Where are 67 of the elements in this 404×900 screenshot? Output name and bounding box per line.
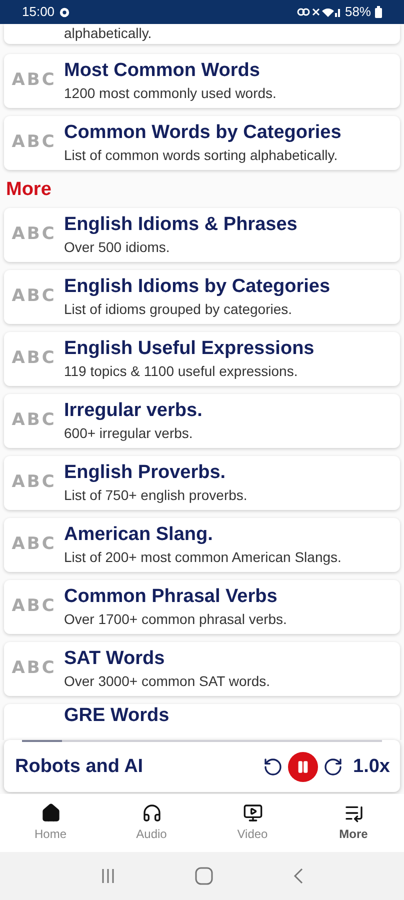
nav-tab[interactable]: Audio	[101, 803, 202, 843]
rewind-icon[interactable]	[263, 757, 284, 777]
item-title: GRE Words	[64, 704, 170, 728]
list-card[interactable]: ABC Common Phrasal Verbs Over 1700+ common phrasal verbs.	[4, 580, 400, 634]
nav-label: Home	[34, 826, 66, 843]
item-title: Common Phrasal Verbs	[64, 585, 278, 609]
status-time: 15:00	[22, 3, 55, 22]
nav-tab[interactable]: Video	[202, 803, 303, 843]
abc-label: ABC	[10, 69, 58, 92]
pause-icon	[296, 760, 310, 774]
battery-icon	[375, 6, 382, 18]
abc-label: ABC	[10, 533, 58, 556]
abc-label: ABC	[10, 223, 58, 246]
list-card[interactable]: ABC SAT Words Over 3000+ common SAT words.	[4, 642, 400, 696]
item-description: 600+ irregular verbs.	[64, 424, 194, 443]
nav-label: Audio	[136, 826, 167, 843]
back-icon[interactable]	[292, 868, 304, 884]
wifi-signal-icon	[296, 6, 341, 18]
item-description: 1200 most commonly used words.	[64, 84, 276, 103]
item-description: Over 3000+ common SAT words.	[64, 672, 270, 691]
home-icon	[40, 803, 60, 823]
abc-label: ABC	[10, 285, 58, 308]
item-title: Common Words by Categories	[64, 121, 342, 145]
battery-percent: 58%	[344, 3, 371, 22]
nav-tab[interactable]: More	[303, 803, 404, 843]
item-title: English Idioms by Categories	[64, 275, 330, 299]
item-title: English Proverbs.	[64, 461, 227, 485]
list-card[interactable]: alphabetically.	[4, 24, 400, 44]
gear-icon	[58, 6, 70, 18]
abc-label: ABC	[10, 131, 58, 154]
abc-label: ABC	[10, 595, 58, 618]
abc-label: ABC	[10, 657, 58, 680]
nav-label: Video	[237, 826, 268, 843]
list-card[interactable]: ABC Common Words by Categories List of common words sorting alphabetically.	[4, 116, 400, 170]
forward-icon[interactable]	[323, 757, 344, 777]
abc-label: ABC	[10, 347, 58, 370]
item-description: List of 200+ most common American Slangs.	[64, 548, 342, 567]
home-icon[interactable]	[194, 867, 213, 885]
audio-icon	[142, 803, 162, 823]
list-card[interactable]: ABC English Useful Expressions 119 topics & 1100 useful expressions.	[4, 332, 400, 386]
item-title: SAT Words	[64, 647, 166, 671]
item-title: Most Common Words	[64, 59, 261, 83]
video-icon	[242, 803, 262, 823]
speed-button[interactable]: 1.0x	[353, 752, 390, 782]
list-card[interactable]: ABC English Proverbs. List of 750+ english proverbs.	[4, 456, 400, 510]
item-description: List of common words sorting alphabetically.	[64, 146, 339, 165]
list-card[interactable]: ABC English Idioms by Categories List of idioms grouped by categories.	[4, 270, 400, 324]
player-title: Robots and AI	[15, 754, 144, 779]
item-description: Over 1700+ common phrasal verbs.	[64, 610, 287, 629]
item-title: Irregular verbs.	[64, 399, 202, 423]
nav-tab[interactable]: Home	[0, 803, 101, 843]
item-description: alphabetically.	[64, 24, 152, 42]
item-title: American Slang.	[64, 523, 214, 547]
item-description: List of idioms grouped by categories.	[64, 300, 294, 319]
item-description: List of 750+ english proverbs.	[64, 486, 248, 505]
item-description: 119 topics & 1100 useful expressions.	[64, 362, 299, 381]
play-pause-button[interactable]	[288, 752, 318, 782]
abc-label: ABC	[10, 409, 58, 432]
list-card[interactable]: ABC American Slang. List of 200+ most common American Slangs.	[4, 518, 400, 572]
list-card[interactable]: ABC Most Common Words 1200 most commonly used words.	[4, 54, 400, 108]
recent-apps-icon[interactable]	[100, 868, 116, 884]
item-title: English Useful Expressions	[64, 337, 314, 361]
abc-label: ABC	[10, 471, 58, 494]
nav-label: More	[339, 826, 368, 843]
item-description: Over 500 idioms.	[64, 238, 171, 257]
item-title: English Idioms & Phrases	[64, 213, 298, 237]
section-heading: More	[5, 178, 52, 202]
